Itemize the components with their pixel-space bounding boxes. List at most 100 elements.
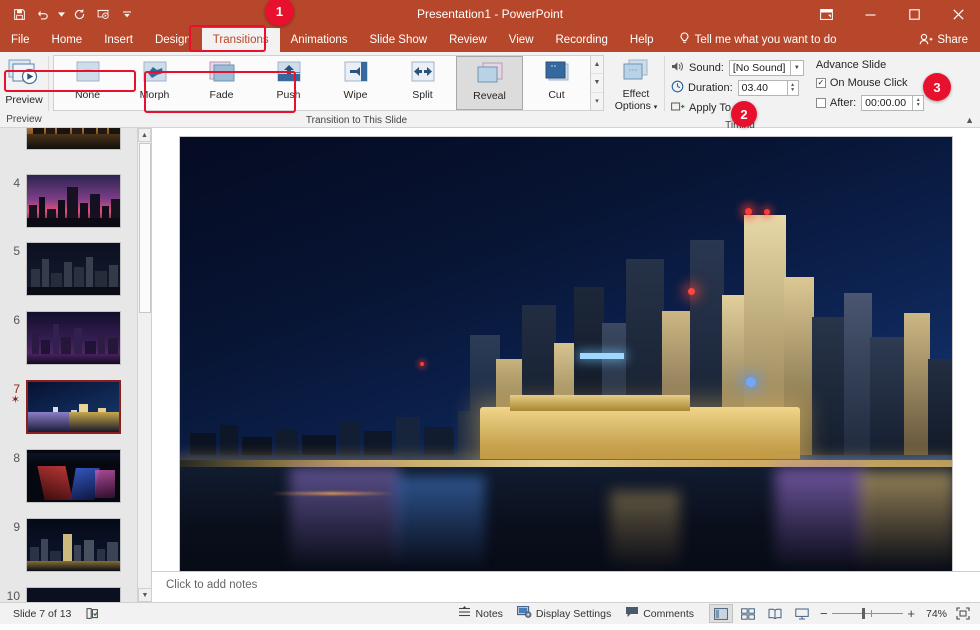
after-input[interactable]: 00:00.00 (861, 95, 914, 111)
reading-view-icon[interactable] (763, 604, 787, 623)
undo-dropdown-icon[interactable] (56, 3, 66, 25)
thumbnails-scrollbar[interactable]: ▲ ▼ (137, 128, 151, 602)
transition-reveal[interactable]: Reveal (456, 56, 523, 110)
start-presentation-icon[interactable] (92, 3, 114, 25)
close-icon[interactable] (936, 0, 980, 28)
tab-insert[interactable]: Insert (93, 28, 144, 52)
thumbnail-image[interactable] (26, 174, 121, 228)
slide-sorter-view-icon[interactable] (736, 604, 760, 623)
maximize-icon[interactable] (892, 0, 936, 28)
share-button[interactable]: Share (919, 28, 980, 52)
zoom-level-label[interactable]: 74% (921, 604, 952, 624)
zoom-in-button[interactable]: + (903, 606, 915, 621)
undo-icon[interactable] (32, 3, 54, 25)
transition-cut[interactable]: Cut (523, 56, 590, 110)
tab-recording[interactable]: Recording (545, 28, 619, 52)
tab-animations[interactable]: Animations (280, 28, 359, 52)
tab-home[interactable]: Home (41, 28, 94, 52)
gallery-more-icon[interactable]: ▾ (591, 93, 603, 110)
transition-star-icon[interactable]: ✶ (0, 395, 20, 406)
transition-wipe[interactable]: Wipe (322, 56, 389, 110)
transition-fade[interactable]: Fade (188, 56, 255, 110)
sound-value[interactable]: [No Sound] (728, 60, 791, 76)
transition-morph[interactable]: Morph (121, 56, 188, 110)
thumbnail-slide-6[interactable]: 6 (0, 311, 140, 365)
ribbon-display-options-icon[interactable] (804, 0, 848, 28)
gallery-scroll-down-icon[interactable]: ▼ (591, 74, 603, 93)
tab-help[interactable]: Help (619, 28, 665, 52)
thumbnail-slide-10[interactable]: 10 (0, 587, 140, 602)
thumbnail-slide-3[interactable]: 3 (0, 128, 140, 150)
tab-transitions[interactable]: Transitions (201, 28, 280, 52)
notes-button[interactable]: Notes (451, 604, 509, 624)
gallery-scroll-up-icon[interactable]: ▲ (591, 56, 603, 75)
tab-review[interactable]: Review (438, 28, 498, 52)
transition-gallery[interactable]: None Morph Fade Push Wipe Split Reveal C… (53, 55, 591, 111)
thumbnail-image[interactable] (26, 518, 121, 572)
preview-group-title: Preview (6, 114, 42, 125)
customize-qat-icon[interactable] (116, 3, 138, 25)
water-reflection-purple (290, 467, 400, 571)
scroll-up-icon[interactable]: ▲ (138, 128, 151, 142)
tab-design[interactable]: Design (144, 28, 202, 52)
duration-input[interactable]: 03.40 (737, 80, 788, 96)
after-spinner[interactable]: ▲ ▼ (913, 95, 925, 111)
after-row[interactable]: After: 00:00.00 ▲ ▼ (815, 94, 925, 112)
thumbnail-number: 9 (13, 520, 20, 534)
sound-row: Sound: [No Sound] ▼ (671, 59, 804, 77)
tab-slide-show[interactable]: Slide Show (359, 28, 439, 52)
slide-thumbnails-pane[interactable]: 3 4 (0, 128, 152, 602)
slide-show-view-icon[interactable] (790, 604, 814, 623)
thumbnail-image[interactable] (26, 242, 121, 296)
slide-counter[interactable]: Slide 7 of 13 (6, 604, 78, 624)
on-mouse-click-row[interactable]: ✓ On Mouse Click (815, 74, 924, 92)
sound-dropdown-icon[interactable]: ▼ (790, 60, 804, 76)
transition-none-label: None (74, 89, 101, 101)
thumbnail-image[interactable] (26, 380, 121, 434)
fit-slide-to-window-icon[interactable] (952, 604, 974, 624)
transition-reveal-label: Reveal (473, 90, 506, 102)
tower-beacon-light (764, 209, 770, 215)
on-mouse-click-checkbox[interactable]: ✓ (815, 78, 826, 88)
thumbnail-slide-7[interactable]: 7 ✶ (0, 380, 140, 434)
tell-me-box[interactable]: Tell me what you want to do (665, 28, 837, 52)
effect-options-button[interactable]: Effect Options ▾ (610, 55, 662, 114)
thumbnail-slide-5[interactable]: 5 (0, 242, 140, 296)
accessibility-checker-icon[interactable] (78, 604, 106, 624)
transition-push[interactable]: Push (255, 56, 322, 110)
tab-file[interactable]: File (0, 28, 41, 52)
save-icon[interactable] (8, 3, 30, 25)
notes-pane[interactable]: Click to add notes (152, 571, 980, 598)
scrollbar-thumb[interactable] (139, 143, 151, 313)
ribbon: Preview Preview None Morph Fade Push Wip… (0, 52, 980, 131)
thumbnail-image[interactable] (26, 128, 121, 150)
comments-button[interactable]: Comments (618, 604, 701, 624)
collapse-ribbon-icon[interactable]: ▲ (965, 115, 974, 125)
preview-icon (8, 59, 40, 92)
redo-icon[interactable] (68, 3, 90, 25)
thumbnail-image[interactable] (26, 311, 121, 365)
transition-morph-label: Morph (139, 89, 170, 101)
display-settings-button[interactable]: Display Settings (510, 604, 618, 624)
after-checkbox[interactable] (815, 98, 826, 108)
thumbnail-image[interactable] (26, 449, 121, 503)
duration-spinner[interactable]: ▲ ▼ (787, 80, 799, 96)
preview-button[interactable]: Preview (1, 56, 47, 106)
thumbnail-slide-4[interactable]: 4 (0, 174, 140, 228)
normal-view-icon[interactable] (708, 604, 733, 623)
gallery-scroll-buttons[interactable]: ▲ ▼ ▾ (591, 55, 604, 111)
transition-wipe-label: Wipe (343, 89, 368, 101)
window-controls (804, 0, 980, 28)
minimize-icon[interactable] (848, 0, 892, 28)
transition-split[interactable]: Split (389, 56, 456, 110)
tab-view[interactable]: View (498, 28, 545, 52)
cut-transition-icon (542, 61, 572, 85)
transition-none[interactable]: None (54, 56, 121, 110)
current-slide-canvas[interactable] (180, 137, 952, 571)
thumbnail-image[interactable] (26, 587, 121, 602)
scroll-down-icon[interactable]: ▼ (138, 588, 151, 602)
zoom-out-button[interactable]: − (820, 606, 832, 621)
thumbnail-slide-9[interactable]: 9 (0, 518, 140, 572)
zoom-slider[interactable]: − + (820, 604, 915, 624)
thumbnail-slide-8[interactable]: 8 (0, 449, 140, 503)
